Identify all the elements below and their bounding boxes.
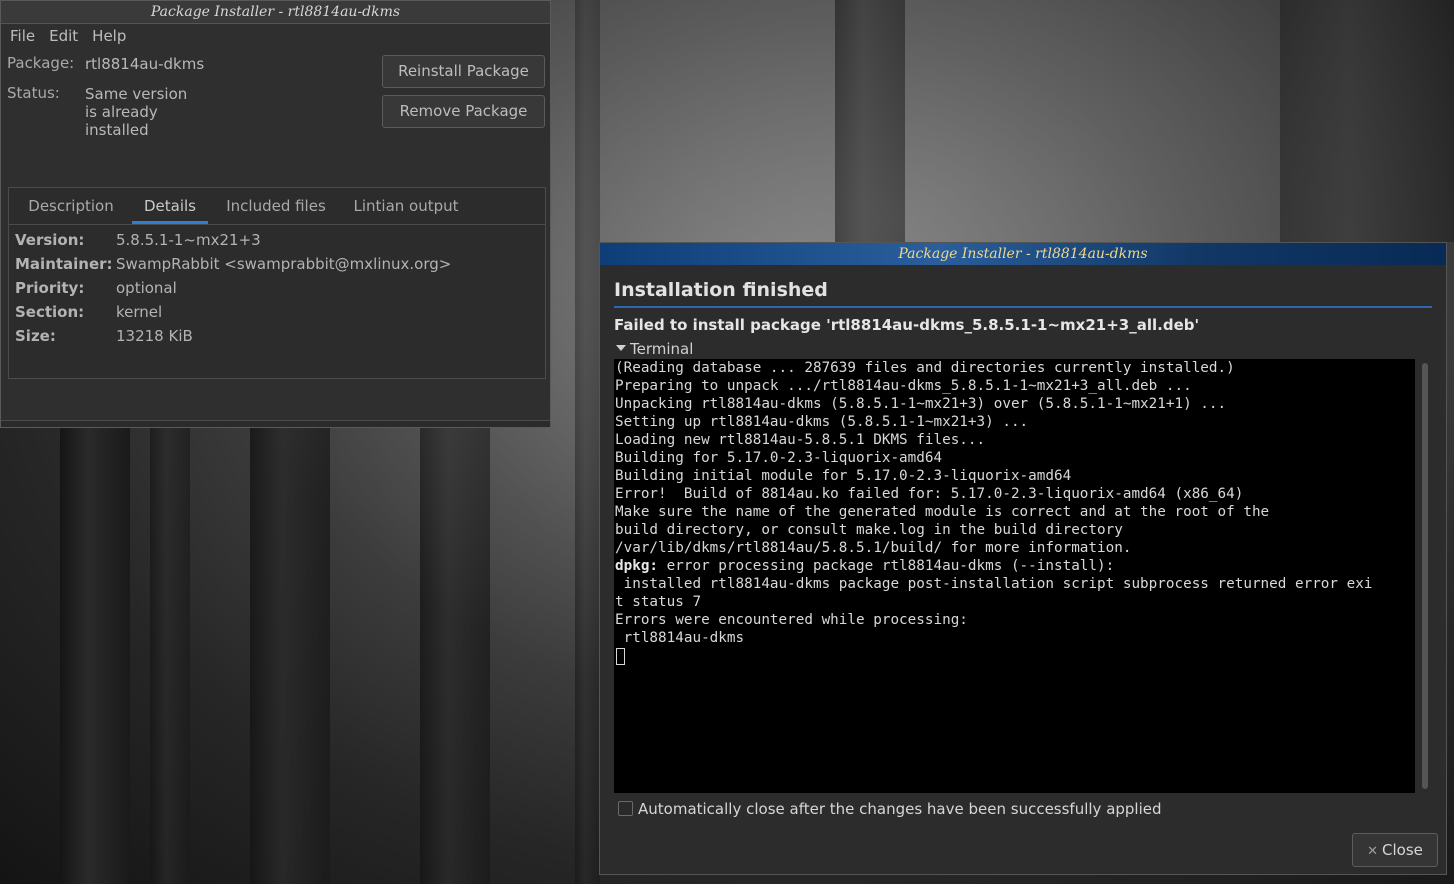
- close-button-label: Close: [1382, 841, 1423, 859]
- terminal-line: Loading new rtl8814au-5.8.5.1 DKMS files…: [615, 432, 986, 448]
- terminal-cursor-line: [614, 647, 1415, 665]
- tab-lintian-output[interactable]: Lintian output: [345, 188, 467, 224]
- auto-close-checkbox[interactable]: [618, 801, 633, 816]
- triangle-down-icon: [616, 344, 626, 351]
- menu-file[interactable]: File: [3, 24, 42, 48]
- terminal-line: installed rtl8814au-dkms package post-in…: [615, 576, 1373, 592]
- menu-bar: File Edit Help: [1, 24, 550, 48]
- close-x-icon: ✕: [1367, 844, 1379, 859]
- dpkg-prefix: dpkg:: [615, 558, 659, 574]
- package-value: rtl8814au-dkms: [85, 55, 205, 73]
- terminal-line: Building initial module for 5.17.0-2.3-l…: [615, 468, 1072, 484]
- detail-value-size: 13218 KiB: [116, 327, 193, 345]
- tab-bar: Description Details Included files Linti…: [9, 188, 545, 225]
- detail-key-priority: Priority:: [15, 279, 85, 297]
- terminal-line: (Reading database ... 287639 files and d…: [615, 360, 1235, 376]
- terminal-expander[interactable]: Terminal: [616, 340, 693, 358]
- menu-edit[interactable]: Edit: [42, 24, 85, 48]
- detail-value-maintainer: SwampRabbit <swamprabbit@mxlinux.org>: [116, 255, 452, 273]
- terminal-line: build directory, or consult make.log in …: [615, 522, 1123, 538]
- failure-message: Failed to install package 'rtl8814au-dkm…: [614, 316, 1200, 334]
- menu-help[interactable]: Help: [85, 24, 133, 48]
- terminal-output[interactable]: (Reading database ... 287639 files and d…: [614, 359, 1415, 793]
- detail-key-section: Section:: [15, 303, 85, 321]
- dialog-heading: Installation finished: [614, 279, 828, 301]
- terminal-line: Setting up rtl8814au-dkms (5.8.5.1-1~mx2…: [615, 414, 1029, 430]
- terminal-line-dpkg: dpkg: error processing package rtl8814au…: [614, 557, 1415, 575]
- terminal-line: Building for 5.17.0-2.3-liquorix-amd64: [615, 450, 943, 466]
- dpkg-message: error processing package rtl8814au-dkms …: [658, 558, 1115, 574]
- terminal-line: Make sure the name of the generated modu…: [615, 504, 1270, 520]
- detail-key-version: Version:: [15, 231, 85, 249]
- terminal-expander-label: Terminal: [630, 340, 694, 358]
- status-value: Same version is already installed: [85, 85, 187, 139]
- remove-package-button[interactable]: Remove Package: [382, 95, 545, 128]
- terminal-line: t status 7: [615, 594, 702, 610]
- detail-value-version: 5.8.5.1-1~mx21+3: [116, 231, 261, 249]
- tab-included-files[interactable]: Included files: [218, 188, 334, 224]
- installation-finished-dialog: Package Installer - rtl8814au-dkms Insta…: [599, 242, 1447, 875]
- heading-divider: [614, 306, 1432, 308]
- status-line: Same version: [85, 85, 188, 103]
- package-installer-window: Package Installer - rtl8814au-dkms File …: [0, 0, 551, 428]
- status-line: installed: [85, 121, 149, 139]
- terminal-cursor: [616, 648, 625, 665]
- detail-value-section: kernel: [116, 303, 163, 321]
- terminal-line: Preparing to unpack .../rtl8814au-dkms_5…: [615, 378, 1192, 394]
- detail-key-size: Size:: [15, 327, 56, 345]
- terminal-scrollbar[interactable]: [1422, 363, 1428, 789]
- auto-close-label[interactable]: Automatically close after the changes ha…: [638, 800, 1162, 818]
- terminal-line: rtl8814au-dkms: [615, 630, 745, 646]
- terminal-line: Unpacking rtl8814au-dkms (5.8.5.1-1~mx21…: [615, 396, 1227, 412]
- package-label: Package:: [7, 54, 75, 72]
- status-line: is already: [85, 103, 158, 121]
- detail-key-maintainer: Maintainer:: [15, 255, 113, 273]
- terminal-line: Errors were encountered while processing…: [615, 612, 968, 628]
- package-info-tabs: Description Details Included files Linti…: [8, 187, 546, 379]
- status-label: Status:: [7, 84, 60, 102]
- tab-details[interactable]: Details: [132, 188, 208, 224]
- reinstall-package-button[interactable]: Reinstall Package: [382, 55, 545, 88]
- terminal-line: /var/lib/dkms/rtl8814au/5.8.5.1/build/ f…: [615, 540, 1132, 556]
- window-titlebar[interactable]: Package Installer - rtl8814au-dkms: [1, 1, 550, 24]
- detail-value-priority: optional: [116, 279, 177, 297]
- close-button[interactable]: ✕ Close: [1352, 833, 1438, 867]
- horizontal-scrollbar[interactable]: [1, 420, 550, 427]
- terminal-line: Error! Build of 8814au.ko failed for: 5.…: [615, 486, 1244, 502]
- tab-description[interactable]: Description: [17, 188, 125, 224]
- dialog-titlebar[interactable]: Package Installer - rtl8814au-dkms: [600, 243, 1446, 265]
